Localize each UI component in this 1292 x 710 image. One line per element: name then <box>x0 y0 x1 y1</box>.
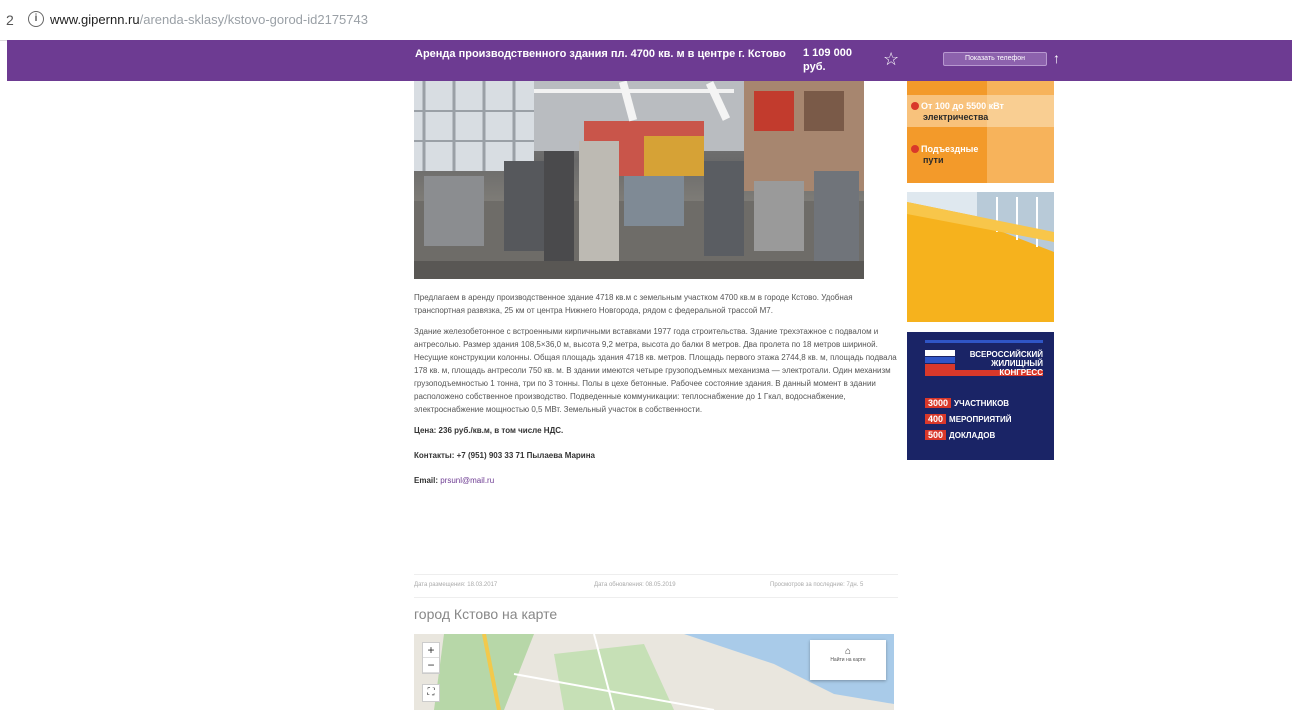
map-title: город Кстово на карте <box>414 606 558 622</box>
ad3-heading-line-1: ВСЕРОССИЙСКИЙ <box>969 350 1043 359</box>
ad1-line1-rest: электричества <box>923 112 989 122</box>
ad1-bullet-icon <box>911 145 919 153</box>
ad3-stat-2-label: МЕРОПРИЯТИЙ <box>949 415 1012 424</box>
ad1-background <box>907 81 1054 183</box>
listing-price: 1 109 000 руб. <box>803 47 852 73</box>
created-date: Дата размещения: 18.03.2017 <box>414 582 498 588</box>
listing-meta-row: Дата размещения: 18.03.2017 Дата обновле… <box>414 574 898 598</box>
map-zoom-out-button[interactable]: − <box>423 658 439 673</box>
description-paragraph-2: Здание железобетонное с встроенными кирп… <box>414 327 897 414</box>
ad2-building-illustration <box>907 192 1054 322</box>
url-field[interactable]: www.gipernn.ru/arenda-sklasy/kstovo-goro… <box>50 12 368 27</box>
ad3-stat-3: 500 ДОКЛАДОВ <box>925 430 995 440</box>
url-domain: www.gipernn.ru <box>50 12 140 27</box>
ad3-heading: ВСЕРОССИЙСКИЙ ЖИЛИЩНЫЙ КОНГРЕСС <box>925 350 1043 377</box>
price-line: Цена: 236 руб./кв.м, в том числе НДС. <box>414 426 564 435</box>
site-info-icon[interactable]: i <box>28 11 44 27</box>
listing-title: Аренда производственного здания пл. 4700… <box>415 48 786 60</box>
ad3-stat-3-label: ДОКЛАДОВ <box>949 431 996 440</box>
ad1-line1-highlight: От 100 до 5500 кВт <box>921 101 1004 111</box>
ad3-stat-2-number: 400 <box>925 414 947 424</box>
map-widget[interactable]: + − ⛶ ⌂ Найти на карте <box>414 634 894 710</box>
contacts-line: Контакты: +7 (951) 903 33 71 Пылаева Мар… <box>414 451 596 460</box>
map-panel-label: Найти на карте <box>830 657 866 663</box>
map-zoom-in-button[interactable]: + <box>423 643 439 658</box>
ad3-heading-line-2: ЖИЛИЩНЫЙ <box>991 359 1043 368</box>
show-phone-button[interactable]: Показать телефон <box>943 52 1047 66</box>
ad1-line-2: Подъездные пути <box>911 144 978 166</box>
ad3-stat-1-number: 3000 <box>925 398 952 408</box>
listing-photo[interactable] <box>414 81 864 279</box>
ad1-line2-highlight: Подъездные <box>921 144 979 154</box>
ad3-stat-2: 400 МЕРОПРИЯТИЙ <box>925 414 1011 424</box>
sticky-header: Аренда производственного здания пл. 4700… <box>7 40 1292 81</box>
listing-description: Предлагаем в аренду производственное зда… <box>414 291 898 499</box>
browser-address-bar: 2 i www.gipernn.ru/arenda-sklasy/kstovo-… <box>0 0 1292 41</box>
map-search-panel[interactable]: ⌂ Найти на карте <box>810 640 886 680</box>
ad1-line2-rest: пути <box>923 155 944 165</box>
ad1-bullet-icon <box>911 102 919 110</box>
workshop-photo-illustration <box>414 81 864 279</box>
email-link[interactable]: prsunl@mail.ru <box>440 476 494 485</box>
scroll-top-arrow-icon[interactable]: ↑ <box>1053 50 1060 66</box>
ad3-stat-1-label: УЧАСТНИКОВ <box>954 399 1010 408</box>
favorite-star-icon[interactable]: ☆ <box>883 49 899 69</box>
ad-banner-building[interactable] <box>907 192 1054 322</box>
updated-date: Дата обновления: 08.05.2019 <box>594 582 676 588</box>
views-count: Просмотров за последние: 7дн. 5 <box>770 582 864 588</box>
map-zoom-controls: + − <box>422 642 440 674</box>
home-icon: ⌂ <box>844 646 852 657</box>
url-path: /arenda-sklasy/kstovo-gorod-id2175743 <box>139 12 368 27</box>
email-line: Email: prsunl@mail.ru <box>414 474 898 487</box>
map-fullscreen-button[interactable]: ⛶ <box>422 684 440 702</box>
ad3-stat-3-number: 500 <box>925 430 947 440</box>
ad-banner-electricity[interactable]: От 100 до 5500 кВт электричества Подъездн… <box>907 81 1054 183</box>
nav-glyph[interactable]: 2 <box>6 12 14 28</box>
ad-banner-housing-congress[interactable]: ВСЕРОССИЙСКИЙ ЖИЛИЩНЫЙ КОНГРЕСС 3000 УЧАС… <box>907 332 1054 460</box>
email-label: Email: <box>414 476 441 485</box>
ad3-stat-1: 3000 УЧАСТНИКОВ <box>925 398 1009 408</box>
ad3-heading-line-3: КОНГРЕСС <box>999 368 1043 377</box>
ad1-line-1: От 100 до 5500 кВт электричества <box>911 101 1004 123</box>
description-paragraph-1: Предлагаем в аренду производственное зда… <box>414 293 853 315</box>
